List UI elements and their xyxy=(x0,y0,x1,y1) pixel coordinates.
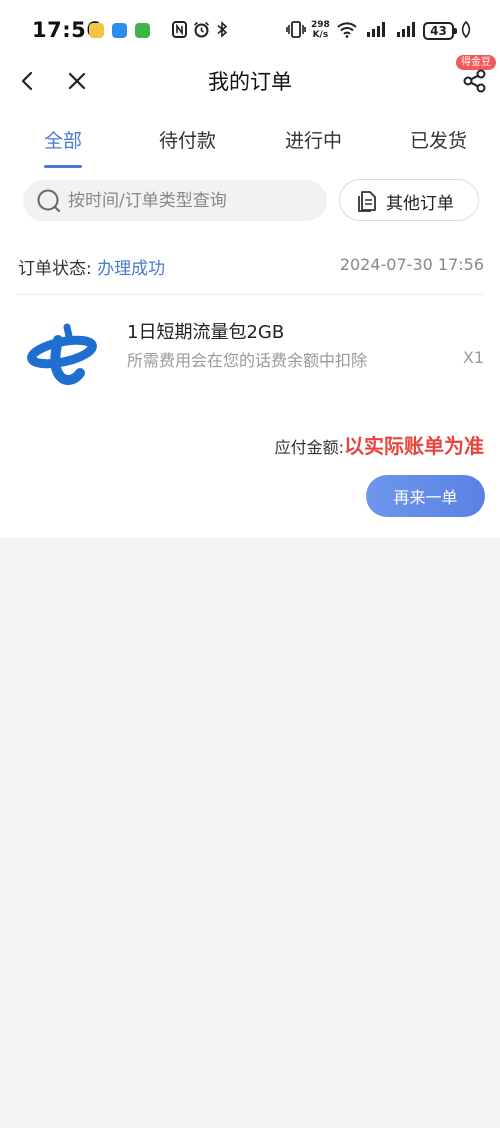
tab-pending-payment[interactable]: 待付款 xyxy=(159,126,216,153)
order-status-label: 订单状态: xyxy=(18,259,92,279)
leaf-icon xyxy=(461,21,471,38)
network-speed: 298 K/s xyxy=(311,20,330,40)
active-tab-indicator xyxy=(44,165,82,168)
other-orders-button[interactable]: 其他订单 xyxy=(339,179,479,221)
back-icon xyxy=(21,71,33,91)
wifi-icon xyxy=(337,22,357,38)
content-area: 17:56 298 K/s 43 我的订单 得金豆 全部 待付款 进行中 已发货 xyxy=(0,0,500,538)
net-speed-value: 298 xyxy=(311,20,330,30)
other-orders-label: 其他订单 xyxy=(386,194,454,214)
product-quantity: X1 xyxy=(462,348,484,367)
reorder-button[interactable]: 再来一单 xyxy=(366,475,485,517)
nfc-icon xyxy=(172,21,187,38)
back-button[interactable] xyxy=(12,66,42,96)
bluetooth-icon xyxy=(217,21,228,38)
tab-in-progress[interactable]: 进行中 xyxy=(285,126,342,153)
product-description: 所需费用会在您的话费余额中扣除 xyxy=(127,351,368,370)
order-status-value: 办理成功 xyxy=(97,259,166,279)
payment-label: 应付金额: xyxy=(274,438,344,457)
signal-icon-2 xyxy=(397,22,415,37)
tab-shipped[interactable]: 已发货 xyxy=(410,126,467,153)
alarm-icon xyxy=(193,21,210,38)
order-status: 订单状态: 办理成功 xyxy=(18,254,165,279)
product-name: 1日短期流量包2GB xyxy=(127,322,285,343)
net-speed-unit: K/s xyxy=(312,30,329,40)
telecom-logo-icon xyxy=(27,323,97,385)
share-button[interactable] xyxy=(460,66,490,96)
vibrate-icon xyxy=(286,21,306,38)
document-icon xyxy=(358,191,376,212)
search-bar[interactable] xyxy=(23,180,327,221)
close-icon xyxy=(68,72,86,90)
status-bar: 17:56 298 K/s 43 xyxy=(0,0,500,58)
tab-all[interactable]: 全部 xyxy=(44,126,82,153)
battery-indicator: 43 xyxy=(423,22,457,40)
close-button[interactable] xyxy=(62,66,92,96)
payment-amount: 应付金额:以实际账单为准 xyxy=(275,430,484,459)
green-app-icon xyxy=(135,23,150,38)
share-icon xyxy=(463,69,486,93)
search-input[interactable] xyxy=(68,180,318,221)
message-app-icon xyxy=(112,23,127,38)
signal-icon-1 xyxy=(367,22,385,37)
payment-value: 以实际账单为准 xyxy=(344,434,484,458)
order-datetime: 2024-07-30 17:56 xyxy=(339,255,484,274)
app-notification-icon xyxy=(89,23,104,38)
divider xyxy=(16,294,484,295)
search-icon xyxy=(37,189,60,212)
